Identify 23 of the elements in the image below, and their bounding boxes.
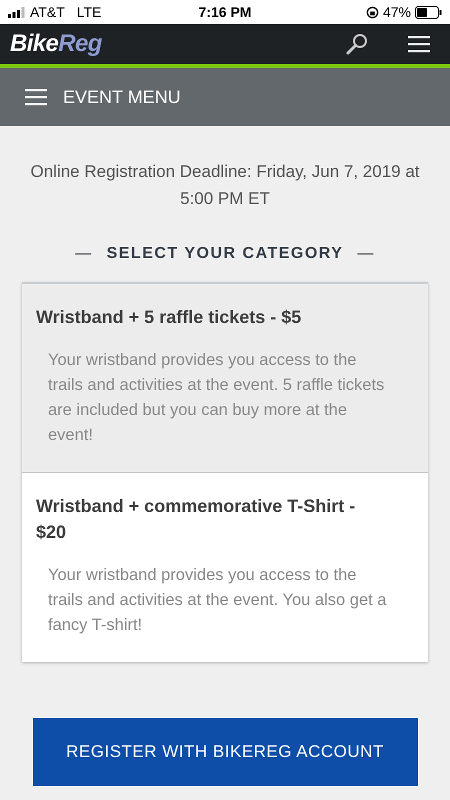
search-icon[interactable]	[346, 33, 368, 55]
register-button[interactable]: REGISTER WITH BIKEREG ACCOUNT	[32, 718, 418, 786]
event-menu-label[interactable]: EVENT MENU	[63, 84, 181, 110]
bikereg-logo[interactable]: BikeReg	[10, 32, 102, 56]
menu-icon[interactable]	[408, 35, 430, 53]
battery-icon	[415, 6, 442, 18]
dash: —	[357, 244, 375, 264]
event-menu-bar[interactable]: EVENT MENU	[0, 68, 450, 126]
battery-percent: 47%	[382, 2, 411, 22]
category-option[interactable]: Wristband + 5 raffle tickets - $5 Your wristband provides you access to the trails and activities at the event. 5 raffle tickets are included but you can buy more at the event!	[22, 284, 428, 472]
signal-icon	[8, 6, 26, 18]
dash: —	[75, 244, 93, 264]
carrier-name: AT&T	[30, 2, 65, 22]
rotation-lock-icon	[366, 6, 379, 18]
category-title: Wristband + 5 raffle tickets - $5	[36, 306, 302, 329]
category-description: Your wristband provides you access to the trails and activities at the event. 5 raffle tickets are included but you can buy more at the event!	[47, 350, 386, 446]
network-type: LTE	[76, 2, 102, 22]
category-option[interactable]: Wristband + commemorative T-Shirt - $20 Your wristband provides you access to the trails and activities at the event. You also get a fancy T-shirt!	[22, 472, 428, 662]
registration-deadline: Online Registration Deadline: Friday, Jun 7, 2019 at 5:00 PM ET	[29, 161, 421, 210]
clock-time: 7:16 PM	[198, 4, 252, 20]
category-title: Wristband + commemorative T-Shirt - $20	[36, 495, 356, 544]
category-description: Your wristband provides you access to the trails and activities at the event. You also get a fancy T-shirt!	[47, 565, 388, 636]
section-title: SELECT YOUR CATEGORY	[106, 244, 344, 264]
